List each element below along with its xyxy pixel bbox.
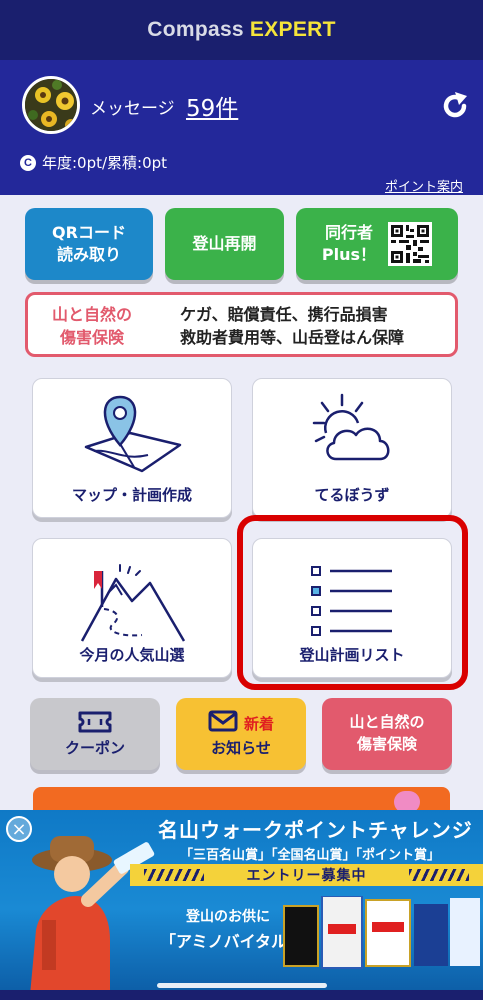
app-header: Compass EXPERT bbox=[0, 0, 483, 60]
sun-cloud-icon bbox=[312, 393, 390, 461]
profile-panel: メッセージ 59件 C 年度:0pt/累積:0pt ポイント案内 bbox=[0, 60, 483, 195]
bottom-safe-area bbox=[0, 990, 483, 1000]
ad-subtitle: 「三百名山賞」「全国名山賞」「ポイント賞」 bbox=[180, 848, 441, 863]
home-indicator[interactable] bbox=[157, 983, 327, 988]
avatar[interactable] bbox=[22, 76, 80, 134]
map-plan-tile[interactable]: マップ・計画作成 bbox=[32, 378, 232, 518]
insurance-banner[interactable]: 山と自然の 傷害保険 ケガ、賠償責任、携行品損害 救助者費用等、山岳登はん保障 bbox=[25, 292, 458, 357]
insurance-button[interactable]: 山と自然の 傷害保険 bbox=[322, 698, 452, 770]
hiker-drinking-illustration bbox=[30, 836, 155, 990]
ticket-icon bbox=[77, 710, 113, 738]
map-pin-icon bbox=[84, 395, 182, 473]
popular-mountains-tile[interactable]: 今月の人気山選 bbox=[32, 538, 232, 678]
qr-scan-button[interactable]: QRコード読み取り bbox=[25, 208, 153, 280]
mountain-flag-icon bbox=[80, 564, 186, 642]
resume-climb-button[interactable]: 登山再開 bbox=[165, 208, 284, 280]
news-label: お知らせ bbox=[211, 739, 271, 757]
points-coin-icon: C bbox=[20, 154, 36, 171]
insurance-button-label-1: 山と自然の bbox=[349, 713, 425, 732]
news-button[interactable]: 新着 お知らせ bbox=[176, 698, 306, 770]
point-guide-link[interactable]: ポイント案内 bbox=[385, 176, 463, 195]
coupon-label: クーポン bbox=[64, 739, 125, 757]
popular-mountains-label: 今月の人気山選 bbox=[79, 646, 185, 664]
ad-title: 名山ウォークポイントチャレンジ bbox=[158, 818, 473, 842]
message-count-link[interactable]: 59件 bbox=[186, 89, 238, 123]
companion-label-2: Plus！ bbox=[321, 245, 377, 264]
resume-climb-label: 登山再開 bbox=[192, 233, 257, 253]
insurance-banner-title-1: 山と自然の bbox=[51, 305, 132, 324]
map-plan-label: マップ・計画作成 bbox=[71, 486, 192, 504]
companion-label-1: 同行者 bbox=[324, 222, 373, 242]
weather-tile[interactable]: てるぼうず bbox=[252, 378, 452, 518]
insurance-banner-title-2: 傷害保険 bbox=[59, 328, 124, 348]
points-summary: C 年度:0pt/累積:0pt bbox=[20, 152, 167, 173]
insurance-banner-desc-1: ケガ、賠償責任、携行品損害 bbox=[180, 305, 388, 324]
qr-code-icon bbox=[388, 222, 433, 266]
climb-plan-list-label: 登山計画リスト bbox=[299, 646, 405, 664]
message-label: メッセージ bbox=[90, 99, 175, 119]
close-ad-icon[interactable]: × bbox=[6, 816, 32, 842]
ad-entry-text: エントリー募集中 bbox=[246, 868, 367, 884]
refresh-icon[interactable] bbox=[440, 91, 470, 121]
product-packages-illustration bbox=[283, 896, 480, 969]
ad-entry-band: エントリー募集中 bbox=[130, 864, 483, 886]
insurance-button-label-2: 傷害保険 bbox=[356, 735, 417, 753]
qr-scan-label-1: QRコード bbox=[52, 222, 126, 242]
climb-plan-list-tile[interactable]: 登山計画リスト bbox=[252, 538, 452, 678]
coupon-button[interactable]: クーポン bbox=[30, 698, 160, 770]
ad-copy-line1: 登山のお供に bbox=[186, 909, 270, 925]
qr-scan-label-2: 読み取り bbox=[56, 245, 121, 264]
app-title: Compass EXPERT bbox=[147, 18, 335, 42]
insurance-banner-description: ケガ、賠償責任、携行品損害 救助者費用等、山岳登はん保障 bbox=[180, 303, 404, 349]
insurance-banner-desc-2: 救助者費用等、山岳登はん保障 bbox=[180, 328, 405, 348]
advertisement-banner[interactable]: × 名山ウォークポイントチャレンジ 「三百名山賞」「全国名山賞」「ポイント賞」 … bbox=[0, 810, 483, 990]
app-title-main: Compass bbox=[147, 18, 244, 41]
points-text: 年度:0pt/累積:0pt bbox=[42, 154, 168, 172]
envelope-icon bbox=[208, 710, 238, 736]
insurance-banner-title: 山と自然の 傷害保険 bbox=[44, 303, 140, 349]
companion-plus-button[interactable]: 同行者 Plus！ bbox=[296, 208, 458, 280]
weather-label: てるぼうず bbox=[314, 486, 390, 504]
app-title-expert: EXPERT bbox=[249, 18, 336, 41]
news-new-badge: 新着 bbox=[243, 714, 274, 733]
list-icon bbox=[311, 566, 392, 636]
